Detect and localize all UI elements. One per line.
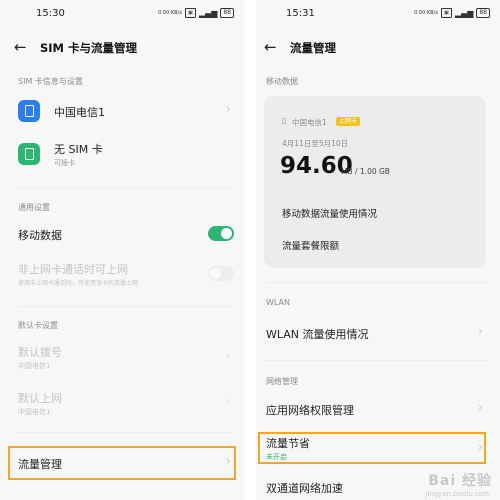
signal-icon: ▂▄▆ (198, 8, 218, 18)
usage-unit: MB / 1.00 GB (341, 167, 390, 176)
sim-status-icon: ▣ (440, 8, 452, 18)
divider (18, 306, 234, 307)
default-internet-row: 默认上网 中国电信1 › (0, 388, 244, 418)
sim-card-icon (18, 143, 40, 165)
sim1-item[interactable]: 中国电信1 › (0, 96, 244, 126)
sim-small-icon: ▯ (282, 116, 287, 125)
mobile-data-label: 移动数据 (18, 229, 62, 242)
status-bar: 15:30 0.00 KB/s ▣ ▂▄▆ 88 (0, 0, 244, 24)
non-internet-call-row: 非上网卡通话时可上网 使用非上网卡通话时，可使用该卡的流量上网 (0, 258, 244, 292)
divider (266, 282, 490, 283)
battery-icon: 88 (220, 8, 234, 18)
traffic-management-screen: 15:31 0.00 KB/s ▣ ▂▄▆ 88 ← 流量管理 移动数据 ▯ 中… (256, 0, 500, 500)
default-dial-value: 中国电信1 (18, 362, 51, 370)
chevron-right-icon: › (226, 394, 231, 408)
divider (18, 432, 234, 433)
non-internet-sub: 使用非上网卡通话时，可使用该卡的流量上网 (18, 280, 139, 287)
section-network: 网络管理 (266, 377, 298, 386)
sim1-label: 中国电信1 (54, 106, 105, 119)
sim-status-icon: ▣ (184, 8, 196, 18)
status-icons: 0.00 KB/s ▣ ▂▄▆ 88 (414, 8, 490, 18)
sim-settings-screen: 15:30 0.00 KB/s ▣ ▂▄▆ 88 ← SIM 卡与流量管理 SI… (0, 0, 244, 500)
section-wlan: WLAN (266, 298, 291, 307)
highlight-box (8, 446, 236, 480)
default-internet-value: 中国电信1 (18, 408, 51, 416)
non-internet-toggle (208, 266, 234, 281)
section-mobile-data: 移动数据 (266, 77, 298, 86)
battery-icon: 88 (476, 8, 490, 18)
wlan-usage-item[interactable]: WLAN 流量使用情况 › (256, 320, 500, 346)
divider (18, 188, 234, 189)
chevron-right-icon: › (478, 400, 483, 414)
signal-icon: ▂▄▆ (454, 8, 474, 18)
non-internet-label: 非上网卡通话时可上网 (18, 263, 128, 276)
plan-quota-link[interactable]: 流量套餐限额 (282, 238, 339, 252)
chevron-right-icon: › (226, 102, 231, 116)
default-dial-row: 默认拨号 中国电信1 › (0, 342, 244, 372)
default-dial-label: 默认拨号 (18, 346, 62, 359)
card-carrier: 中国电信1 (292, 118, 327, 127)
watermark-url: jingyan.baidu.com (425, 490, 490, 498)
data-usage-card[interactable]: ▯ 中国电信1 上网卡 4月11日至5月10日 94.60 MB / 1.00 … (264, 96, 486, 268)
app-permissions-item[interactable]: 应用网络权限管理 › (256, 396, 500, 422)
usage-detail-link[interactable]: 移动数据流量使用情况 (282, 206, 377, 220)
chevron-right-icon: › (226, 348, 231, 362)
baidu-watermark: Bai 经验 (428, 473, 492, 489)
mobile-data-row[interactable]: 移动数据 (0, 222, 244, 246)
sim2-sub: 可插卡 (54, 159, 75, 167)
dual-channel-label: 双通道网络加速 (266, 482, 343, 495)
status-bar: 15:31 0.00 KB/s ▣ ▂▄▆ 88 (256, 0, 500, 24)
section-general: 通用设置 (18, 203, 50, 212)
status-icons: 0.00 KB/s ▣ ▂▄▆ 88 (158, 8, 234, 18)
back-arrow-icon[interactable]: ← (14, 38, 27, 56)
network-speed: 0.00 KB/s (158, 10, 182, 16)
default-internet-label: 默认上网 (18, 392, 62, 405)
billing-period: 4月11日至5月10日 (282, 139, 349, 148)
status-time: 15:30 (36, 8, 65, 19)
highlight-box (258, 432, 486, 464)
sim2-label: 无 SIM 卡 (54, 143, 103, 156)
internet-card-badge: 上网卡 (336, 117, 361, 126)
chevron-right-icon: › (478, 324, 483, 338)
divider (266, 360, 490, 361)
status-time: 15:31 (286, 8, 315, 19)
app-permissions-label: 应用网络权限管理 (266, 404, 354, 417)
section-default: 默认卡设置 (18, 321, 58, 330)
mobile-data-toggle[interactable] (208, 226, 234, 241)
sim-card-icon (18, 100, 40, 122)
network-speed: 0.00 KB/s (414, 10, 438, 16)
back-arrow-icon[interactable]: ← (264, 38, 277, 56)
sim2-item[interactable]: 无 SIM 卡 可插卡 (0, 138, 244, 172)
section-sim-info: SIM 卡信息与设置 (18, 77, 83, 86)
wlan-usage-label: WLAN 流量使用情况 (266, 328, 369, 341)
page-title: 流量管理 (290, 41, 336, 55)
page-title: SIM 卡与流量管理 (40, 41, 138, 55)
